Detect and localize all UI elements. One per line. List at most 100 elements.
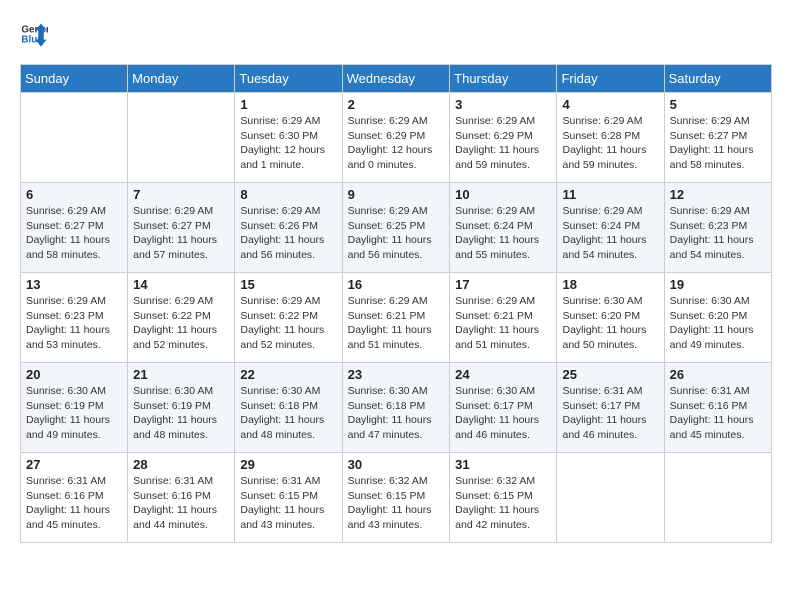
day-detail: Sunrise: 6:29 AM Sunset: 6:28 PM Dayligh… <box>562 114 658 173</box>
day-detail: Sunrise: 6:31 AM Sunset: 6:16 PM Dayligh… <box>26 474 122 533</box>
weekday-header-monday: Monday <box>128 65 235 93</box>
day-number: 8 <box>240 187 336 202</box>
calendar-cell: 17 Sunrise: 6:29 AM Sunset: 6:21 PM Dayli… <box>450 273 557 363</box>
day-number: 22 <box>240 367 336 382</box>
day-detail: Sunrise: 6:29 AM Sunset: 6:24 PM Dayligh… <box>455 204 551 263</box>
day-detail: Sunrise: 6:29 AM Sunset: 6:22 PM Dayligh… <box>240 294 336 353</box>
week-row-5: 27 Sunrise: 6:31 AM Sunset: 6:16 PM Dayli… <box>21 453 772 543</box>
day-number: 25 <box>562 367 658 382</box>
day-number: 23 <box>348 367 445 382</box>
day-number: 4 <box>562 97 658 112</box>
day-detail: Sunrise: 6:29 AM Sunset: 6:24 PM Dayligh… <box>562 204 658 263</box>
day-detail: Sunrise: 6:32 AM Sunset: 6:15 PM Dayligh… <box>455 474 551 533</box>
calendar-cell: 16 Sunrise: 6:29 AM Sunset: 6:21 PM Dayli… <box>342 273 450 363</box>
day-detail: Sunrise: 6:31 AM Sunset: 6:15 PM Dayligh… <box>240 474 336 533</box>
calendar-cell: 11 Sunrise: 6:29 AM Sunset: 6:24 PM Dayli… <box>557 183 664 273</box>
calendar-cell: 14 Sunrise: 6:29 AM Sunset: 6:22 PM Dayli… <box>128 273 235 363</box>
weekday-header-friday: Friday <box>557 65 664 93</box>
calendar-cell: 1 Sunrise: 6:29 AM Sunset: 6:30 PM Daylig… <box>235 93 342 183</box>
calendar-cell: 30 Sunrise: 6:32 AM Sunset: 6:15 PM Dayli… <box>342 453 450 543</box>
day-detail: Sunrise: 6:29 AM Sunset: 6:30 PM Dayligh… <box>240 114 336 173</box>
day-number: 14 <box>133 277 229 292</box>
day-number: 7 <box>133 187 229 202</box>
calendar-table: SundayMondayTuesdayWednesdayThursdayFrid… <box>20 64 772 543</box>
calendar-cell <box>21 93 128 183</box>
day-detail: Sunrise: 6:29 AM Sunset: 6:25 PM Dayligh… <box>348 204 445 263</box>
calendar-cell: 26 Sunrise: 6:31 AM Sunset: 6:16 PM Dayli… <box>664 363 771 453</box>
day-number: 11 <box>562 187 658 202</box>
day-number: 30 <box>348 457 445 472</box>
day-number: 27 <box>26 457 122 472</box>
day-detail: Sunrise: 6:29 AM Sunset: 6:27 PM Dayligh… <box>26 204 122 263</box>
calendar-cell: 12Sunrise: 6:29 AM Sunset: 6:23 PM Dayli… <box>664 183 771 273</box>
calendar-cell: 27 Sunrise: 6:31 AM Sunset: 6:16 PM Dayli… <box>21 453 128 543</box>
day-number: 26 <box>670 367 766 382</box>
weekday-header-sunday: Sunday <box>21 65 128 93</box>
calendar-cell: 20Sunrise: 6:30 AM Sunset: 6:19 PM Dayli… <box>21 363 128 453</box>
day-number: 17 <box>455 277 551 292</box>
day-number: 29 <box>240 457 336 472</box>
logo-icon: General Blue <box>20 20 48 48</box>
day-detail: Sunrise: 6:29 AM Sunset: 6:22 PM Dayligh… <box>133 294 229 353</box>
day-detail: Sunrise: 6:31 AM Sunset: 6:16 PM Dayligh… <box>670 384 766 443</box>
calendar-cell: 23Sunrise: 6:30 AM Sunset: 6:18 PM Dayli… <box>342 363 450 453</box>
calendar-cell: 4 Sunrise: 6:29 AM Sunset: 6:28 PM Daylig… <box>557 93 664 183</box>
day-detail: Sunrise: 6:31 AM Sunset: 6:17 PM Dayligh… <box>562 384 658 443</box>
weekday-header-tuesday: Tuesday <box>235 65 342 93</box>
day-number: 15 <box>240 277 336 292</box>
day-detail: Sunrise: 6:29 AM Sunset: 6:27 PM Dayligh… <box>133 204 229 263</box>
week-row-1: 1 Sunrise: 6:29 AM Sunset: 6:30 PM Daylig… <box>21 93 772 183</box>
page-header: General Blue <box>20 20 772 48</box>
calendar-cell: 28 Sunrise: 6:31 AM Sunset: 6:16 PM Dayli… <box>128 453 235 543</box>
calendar-cell: 10Sunrise: 6:29 AM Sunset: 6:24 PM Dayli… <box>450 183 557 273</box>
day-detail: Sunrise: 6:32 AM Sunset: 6:15 PM Dayligh… <box>348 474 445 533</box>
calendar-cell: 19 Sunrise: 6:30 AM Sunset: 6:20 PM Dayli… <box>664 273 771 363</box>
calendar-cell <box>128 93 235 183</box>
calendar-cell: 6 Sunrise: 6:29 AM Sunset: 6:27 PM Daylig… <box>21 183 128 273</box>
day-detail: Sunrise: 6:30 AM Sunset: 6:20 PM Dayligh… <box>670 294 766 353</box>
calendar-cell: 18Sunrise: 6:30 AM Sunset: 6:20 PM Dayli… <box>557 273 664 363</box>
day-number: 18 <box>562 277 658 292</box>
day-number: 9 <box>348 187 445 202</box>
day-detail: Sunrise: 6:30 AM Sunset: 6:18 PM Dayligh… <box>240 384 336 443</box>
day-detail: Sunrise: 6:29 AM Sunset: 6:26 PM Dayligh… <box>240 204 336 263</box>
day-detail: Sunrise: 6:29 AM Sunset: 6:23 PM Dayligh… <box>26 294 122 353</box>
day-detail: Sunrise: 6:29 AM Sunset: 6:21 PM Dayligh… <box>348 294 445 353</box>
calendar-cell <box>664 453 771 543</box>
calendar-cell: 25 Sunrise: 6:31 AM Sunset: 6:17 PM Dayli… <box>557 363 664 453</box>
calendar-cell: 2Sunrise: 6:29 AM Sunset: 6:29 PM Daylig… <box>342 93 450 183</box>
day-number: 24 <box>455 367 551 382</box>
calendar-cell: 24Sunrise: 6:30 AM Sunset: 6:17 PM Dayli… <box>450 363 557 453</box>
weekday-header-thursday: Thursday <box>450 65 557 93</box>
day-detail: Sunrise: 6:29 AM Sunset: 6:29 PM Dayligh… <box>455 114 551 173</box>
day-number: 3 <box>455 97 551 112</box>
day-number: 6 <box>26 187 122 202</box>
calendar-cell: 22 Sunrise: 6:30 AM Sunset: 6:18 PM Dayli… <box>235 363 342 453</box>
calendar-cell: 9 Sunrise: 6:29 AM Sunset: 6:25 PM Daylig… <box>342 183 450 273</box>
week-row-2: 6 Sunrise: 6:29 AM Sunset: 6:27 PM Daylig… <box>21 183 772 273</box>
week-row-3: 13Sunrise: 6:29 AM Sunset: 6:23 PM Dayli… <box>21 273 772 363</box>
day-number: 1 <box>240 97 336 112</box>
day-detail: Sunrise: 6:29 AM Sunset: 6:21 PM Dayligh… <box>455 294 551 353</box>
day-number: 21 <box>133 367 229 382</box>
day-detail: Sunrise: 6:31 AM Sunset: 6:16 PM Dayligh… <box>133 474 229 533</box>
calendar-cell: 5 Sunrise: 6:29 AM Sunset: 6:27 PM Daylig… <box>664 93 771 183</box>
day-number: 19 <box>670 277 766 292</box>
day-detail: Sunrise: 6:29 AM Sunset: 6:29 PM Dayligh… <box>348 114 445 173</box>
day-detail: Sunrise: 6:30 AM Sunset: 6:19 PM Dayligh… <box>26 384 122 443</box>
day-detail: Sunrise: 6:30 AM Sunset: 6:19 PM Dayligh… <box>133 384 229 443</box>
calendar-cell: 29 Sunrise: 6:31 AM Sunset: 6:15 PM Dayli… <box>235 453 342 543</box>
calendar-cell: 8 Sunrise: 6:29 AM Sunset: 6:26 PM Daylig… <box>235 183 342 273</box>
day-number: 5 <box>670 97 766 112</box>
calendar-cell <box>557 453 664 543</box>
weekday-header-row: SundayMondayTuesdayWednesdayThursdayFrid… <box>21 65 772 93</box>
day-detail: Sunrise: 6:29 AM Sunset: 6:27 PM Dayligh… <box>670 114 766 173</box>
calendar-cell: 13Sunrise: 6:29 AM Sunset: 6:23 PM Dayli… <box>21 273 128 363</box>
logo: General Blue <box>20 20 48 48</box>
day-number: 28 <box>133 457 229 472</box>
day-detail: Sunrise: 6:29 AM Sunset: 6:23 PM Dayligh… <box>670 204 766 263</box>
week-row-4: 20Sunrise: 6:30 AM Sunset: 6:19 PM Dayli… <box>21 363 772 453</box>
day-number: 31 <box>455 457 551 472</box>
day-number: 16 <box>348 277 445 292</box>
weekday-header-wednesday: Wednesday <box>342 65 450 93</box>
